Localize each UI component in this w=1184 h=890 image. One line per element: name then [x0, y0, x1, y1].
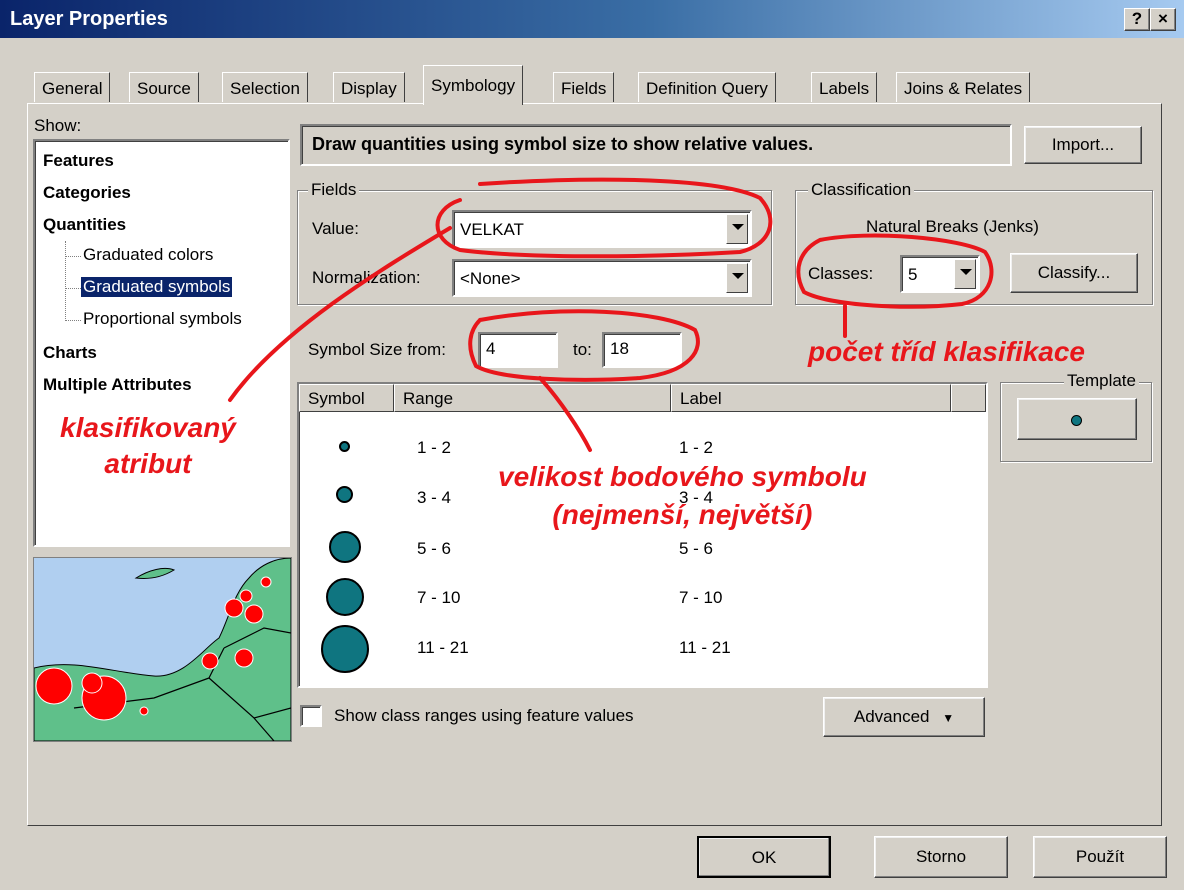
template-symbol-icon — [1071, 415, 1082, 426]
tree-item-multiple-attributes[interactable]: Multiple Attributes — [43, 375, 192, 395]
column-header-label[interactable]: Label — [671, 384, 951, 412]
annotation-symbol-size: velikost bodového symbolu (nejmenší, nej… — [498, 458, 867, 534]
show-tree: Features Categories Quantities Graduated… — [33, 139, 290, 547]
normalization-dropdown-text: <None> — [460, 269, 521, 288]
title-bar — [0, 0, 1184, 38]
range-cell[interactable]: 7 - 10 — [417, 588, 460, 608]
range-cell[interactable]: 3 - 4 — [417, 488, 451, 508]
show-label: Show: — [34, 116, 82, 135]
fields-group-label: Fields — [308, 180, 360, 200]
tree-connector — [65, 256, 81, 257]
annotation-attribute-text: klasifikovaný atribut — [60, 412, 236, 479]
tab-joins-relates[interactable]: Joins & Relates — [896, 72, 1031, 102]
range-cell[interactable]: 1 - 2 — [417, 438, 451, 458]
symbol-class-2[interactable] — [336, 486, 353, 503]
range-cell[interactable]: 11 - 21 — [417, 638, 469, 658]
preview-map — [33, 557, 292, 742]
annotation-attribute: klasifikovaný atribut — [60, 410, 236, 482]
cancel-button[interactable]: Storno — [874, 836, 1008, 878]
normalization-dropdown[interactable]: <None> — [452, 259, 752, 297]
description: Draw quantities using symbol size to sho… — [300, 124, 1012, 166]
tab-display[interactable]: Display — [333, 72, 405, 102]
tree-item-proportional-symbols[interactable]: Proportional symbols — [83, 309, 242, 329]
chevron-down-icon[interactable] — [726, 263, 748, 293]
column-header-range[interactable]: Range — [394, 384, 671, 412]
template-label: Template — [1064, 371, 1139, 391]
tree-connector — [65, 320, 81, 321]
tab-fields[interactable]: Fields — [553, 72, 615, 102]
chevron-down-icon[interactable] — [954, 259, 976, 289]
preview-map-image — [34, 558, 291, 741]
classes-dropdown-text: 5 — [908, 265, 918, 284]
symbol-size-from-label: Symbol Size from: — [308, 340, 446, 359]
normalization-label: Normalization: — [312, 268, 421, 287]
tree-item-features[interactable]: Features — [43, 151, 114, 171]
value-dropdown[interactable]: VELKAT — [452, 210, 752, 248]
label-cell[interactable]: 7 - 10 — [679, 588, 722, 608]
label-cell[interactable]: 5 - 6 — [679, 539, 713, 559]
tree-item-quantities[interactable]: Quantities — [43, 215, 126, 235]
help-button[interactable]: ? — [1124, 8, 1150, 31]
tab-selection[interactable]: Selection — [222, 72, 308, 102]
column-header-symbol[interactable]: Symbol — [299, 384, 394, 412]
import-button[interactable]: Import... — [1024, 126, 1142, 164]
tab-definition-query[interactable]: Definition Query — [638, 72, 776, 102]
tab-labels[interactable]: Labels — [811, 72, 878, 102]
symbol-class-4[interactable] — [326, 578, 364, 616]
tree-connector — [65, 241, 67, 321]
classify-button[interactable]: Classify... — [1010, 253, 1138, 293]
range-cell[interactable]: 5 - 6 — [417, 539, 451, 559]
classes-dropdown[interactable]: 5 — [900, 255, 980, 293]
advanced-button[interactable]: Advanced ▼ — [823, 697, 985, 737]
label-cell[interactable]: 1 - 2 — [679, 438, 713, 458]
symbol-size-from-input[interactable]: 4 — [478, 332, 558, 368]
tab-source[interactable]: Source — [129, 72, 199, 102]
symbol-size-to-label: to: — [573, 340, 592, 359]
tree-item-categories[interactable]: Categories — [43, 183, 131, 203]
symbol-class-5[interactable] — [321, 625, 369, 673]
annotation-symbol-size-text: velikost bodového symbolu (nejmenší, nej… — [498, 461, 867, 530]
tab-symbology[interactable]: Symbology — [423, 65, 524, 105]
show-class-ranges-checkbox[interactable] — [300, 705, 322, 727]
template-symbol-button[interactable] — [1017, 398, 1137, 440]
classification-group-label: Classification — [808, 180, 915, 200]
tree-item-graduated-symbols[interactable]: Graduated symbols — [81, 277, 233, 297]
ok-button[interactable]: OK — [697, 836, 831, 878]
apply-button[interactable]: Použít — [1033, 836, 1167, 878]
symbol-table[interactable]: Symbol Range Label 1 - 2 3 - 4 5 - 6 7 -… — [297, 382, 988, 688]
classes-label: Classes: — [808, 264, 874, 283]
advanced-button-label: Advanced — [853, 707, 930, 726]
tree-connector — [65, 288, 81, 289]
value-dropdown-text: VELKAT — [460, 220, 524, 239]
chevron-down-icon[interactable] — [726, 214, 748, 244]
close-button[interactable]: × — [1150, 8, 1176, 31]
symbol-class-3[interactable] — [329, 531, 361, 563]
label-cell[interactable]: 11 - 21 — [679, 638, 731, 658]
window-title: Layer Properties — [10, 8, 168, 30]
tree-item-charts[interactable]: Charts — [43, 343, 97, 363]
dropdown-arrow-icon: ▼ — [942, 711, 955, 725]
symbol-class-1[interactable] — [339, 441, 350, 452]
value-label: Value: — [312, 219, 359, 238]
column-header-empty — [951, 384, 986, 412]
annotation-classes: počet tříd klasifikace — [808, 336, 1086, 367]
show-class-ranges-label: Show class ranges using feature values — [334, 706, 634, 725]
tree-item-graduated-colors[interactable]: Graduated colors — [83, 245, 213, 265]
tab-general[interactable]: General — [34, 72, 111, 102]
symbol-size-to-input[interactable]: 18 — [602, 332, 682, 368]
classification-method: Natural Breaks (Jenks) — [866, 217, 1039, 236]
